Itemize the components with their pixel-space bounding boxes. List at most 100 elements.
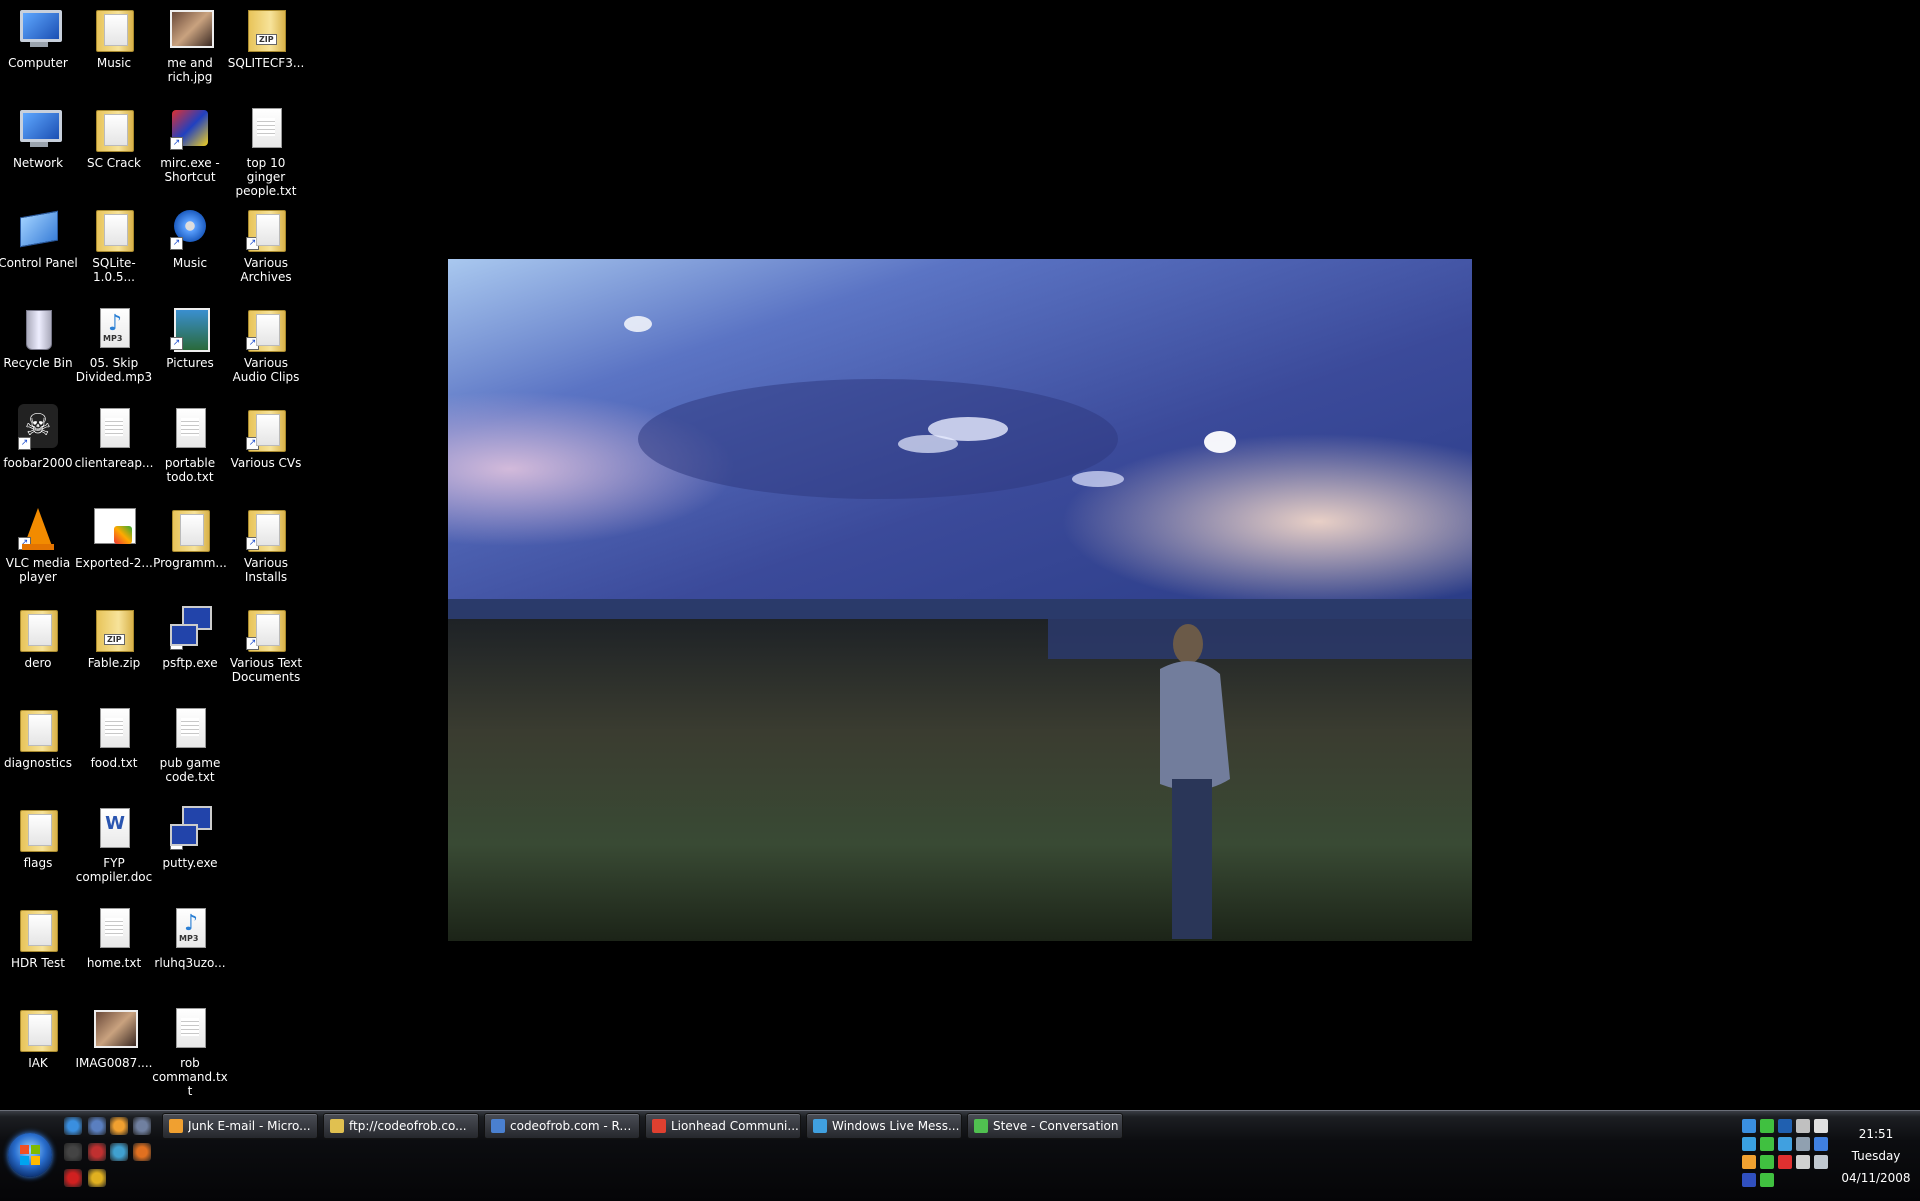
- desktop-icon[interactable]: portable todo.txt: [150, 402, 230, 484]
- media-player-icon: ↗: [166, 204, 214, 252]
- clock-day: Tuesday: [1851, 1149, 1901, 1163]
- messenger-icon[interactable]: [110, 1117, 128, 1135]
- desktop-icon-label: Recycle Bin: [3, 356, 73, 370]
- folder-shortcut-icon: ↗: [242, 604, 290, 652]
- system-clock[interactable]: 21:51 Tuesday 04/11/2008: [1836, 1123, 1916, 1189]
- desktop-icon[interactable]: ↗ Various Installs: [226, 502, 306, 584]
- skype-icon[interactable]: [1742, 1137, 1756, 1151]
- taskbar-button[interactable]: ftp://codeofrob.co...: [323, 1113, 479, 1139]
- chrome-icon[interactable]: [88, 1169, 106, 1187]
- refresh-icon[interactable]: [1760, 1173, 1774, 1187]
- clock-date: 04/11/2008: [1841, 1171, 1911, 1185]
- messenger-status-icon[interactable]: [1778, 1137, 1792, 1151]
- taskbar-button-label: ftp://codeofrob.co...: [349, 1119, 467, 1133]
- desktop-icon[interactable]: Recycle Bin: [0, 302, 78, 370]
- display-icon[interactable]: [1796, 1137, 1810, 1151]
- desktop-icon[interactable]: me and rich.jpg: [150, 2, 230, 84]
- start-button[interactable]: [8, 1133, 52, 1177]
- app-icon[interactable]: [88, 1143, 106, 1161]
- desktop-icon[interactable]: ↗ Various Audio Clips: [226, 302, 306, 384]
- opera-icon[interactable]: [64, 1169, 82, 1187]
- text-file-icon: [166, 704, 214, 752]
- firefox-icon[interactable]: [133, 1143, 151, 1161]
- outlook-icon: [169, 1119, 183, 1133]
- desktop-icon[interactable]: clientareap...: [74, 402, 154, 470]
- desktop-icon-label: Exported-2...: [75, 556, 153, 570]
- desktop-icon[interactable]: FYP compiler.doc: [74, 802, 154, 884]
- text-file-icon: [166, 1004, 214, 1052]
- desktop-icon[interactable]: ↗ Music: [150, 202, 230, 270]
- taskbar-button-label: Windows Live Mess...: [832, 1119, 960, 1133]
- desktop-icon[interactable]: ↗ mirc.exe - Shortcut: [150, 102, 230, 184]
- desktop-icon[interactable]: ↗ Various Archives: [226, 202, 306, 284]
- desktop-icon-label: Various Installs: [243, 556, 289, 584]
- shortcut-arrow-icon: ↗: [18, 437, 31, 450]
- desktop-icon[interactable]: IMAG0087....: [74, 1002, 154, 1070]
- battery-icon[interactable]: [1814, 1119, 1828, 1133]
- updates-icon[interactable]: [1796, 1119, 1810, 1133]
- sync-icon[interactable]: [1814, 1137, 1828, 1151]
- messenger-tray-icon-2[interactable]: [1760, 1155, 1774, 1169]
- switch-windows-icon[interactable]: [133, 1117, 151, 1135]
- shortcut-arrow-icon: ↗: [246, 337, 259, 350]
- desktop-icon[interactable]: dero: [0, 602, 78, 670]
- foobar-icon[interactable]: [64, 1143, 82, 1161]
- desktop-icon[interactable]: Control Panel: [0, 202, 78, 270]
- folder-shortcut-icon: ↗: [242, 504, 290, 552]
- desktop-icon[interactable]: Exported-2...: [74, 502, 154, 570]
- remote-desktop-icon: [491, 1119, 505, 1133]
- outlook-tray-icon[interactable]: [1742, 1155, 1756, 1169]
- app-tray-icon[interactable]: [1742, 1173, 1756, 1187]
- desktop-icon[interactable]: 05. Skip Divided.mp3: [74, 302, 154, 384]
- taskbar-button[interactable]: Junk E-mail - Micro...: [162, 1113, 318, 1139]
- taskbar-button[interactable]: Lionhead Communi...: [645, 1113, 801, 1139]
- computer-icon: [14, 4, 62, 52]
- desktop-icon[interactable]: Music: [74, 2, 154, 70]
- desktop-icon[interactable]: home.txt: [74, 902, 154, 970]
- desktop-icon[interactable]: rob command.txt: [150, 1002, 230, 1098]
- volume-icon[interactable]: [1814, 1155, 1828, 1169]
- linkedin-icon[interactable]: [1778, 1119, 1792, 1133]
- messenger-tray-icon[interactable]: [1760, 1119, 1774, 1133]
- desktop-icon[interactable]: ↗ Pictures: [150, 302, 230, 370]
- shortcut-arrow-icon: ↗: [170, 837, 183, 850]
- internet-explorer-icon[interactable]: [64, 1117, 82, 1135]
- desktop-icon[interactable]: flags: [0, 802, 78, 870]
- desktop-icon[interactable]: ↗ Various CVs: [226, 402, 306, 470]
- desktop-icon[interactable]: IAK: [0, 1002, 78, 1070]
- foobar-tray-icon[interactable]: [1796, 1155, 1810, 1169]
- desktop-icon[interactable]: diagnostics: [0, 702, 78, 770]
- desktop-icon[interactable]: ↗ VLC media player: [0, 502, 78, 584]
- desktop-icon[interactable]: pub game code.txt: [150, 702, 230, 784]
- desktop-icon[interactable]: HDR Test: [0, 902, 78, 970]
- desktop-icon[interactable]: SC Crack: [74, 102, 154, 170]
- desktop-icon[interactable]: top 10 ginger people.txt: [226, 102, 306, 198]
- text-file-icon: [166, 404, 214, 452]
- desktop-icon[interactable]: food.txt: [74, 702, 154, 770]
- desktop-icon-label: IAK: [28, 1056, 48, 1070]
- show-desktop-icon[interactable]: [88, 1117, 106, 1135]
- desktop-icon[interactable]: ↗ putty.exe: [150, 802, 230, 870]
- desktop-icon[interactable]: ↗ Various Text Documents: [226, 602, 306, 684]
- desktop-icon[interactable]: Network: [0, 102, 78, 170]
- desktop-icon[interactable]: SQLite-1.0.5...: [74, 202, 154, 284]
- recycle-bin-icon: [14, 304, 62, 352]
- taskbar-button[interactable]: Steve - Conversation: [967, 1113, 1123, 1139]
- taskbar-button[interactable]: Windows Live Mess...: [806, 1113, 962, 1139]
- contacts-icon[interactable]: [110, 1143, 128, 1161]
- desktop-icon[interactable]: ↗ psftp.exe: [150, 602, 230, 670]
- desktop-icon[interactable]: rluhq3uzo...: [150, 902, 230, 970]
- desktop-icon[interactable]: Computer: [0, 2, 78, 70]
- exported-file-icon: [90, 504, 138, 552]
- desktop-icon[interactable]: Programm...: [150, 502, 230, 570]
- security-icon[interactable]: [1778, 1155, 1792, 1169]
- desktop-icon[interactable]: ↗ foobar2000: [0, 402, 78, 470]
- desktop-icon[interactable]: Fable.zip: [74, 602, 154, 670]
- desktop-icon-label: Various Text Documents: [229, 656, 303, 684]
- messenger-conversation-icon: [974, 1119, 988, 1133]
- desktop-icon[interactable]: SQLITECF3...: [226, 2, 306, 70]
- desktop-icon-label: food.txt: [90, 756, 138, 770]
- contacts-tray-icon[interactable]: [1760, 1137, 1774, 1151]
- taskbar-button[interactable]: codeofrob.com - Re...: [484, 1113, 640, 1139]
- network-status-icon[interactable]: [1742, 1119, 1756, 1133]
